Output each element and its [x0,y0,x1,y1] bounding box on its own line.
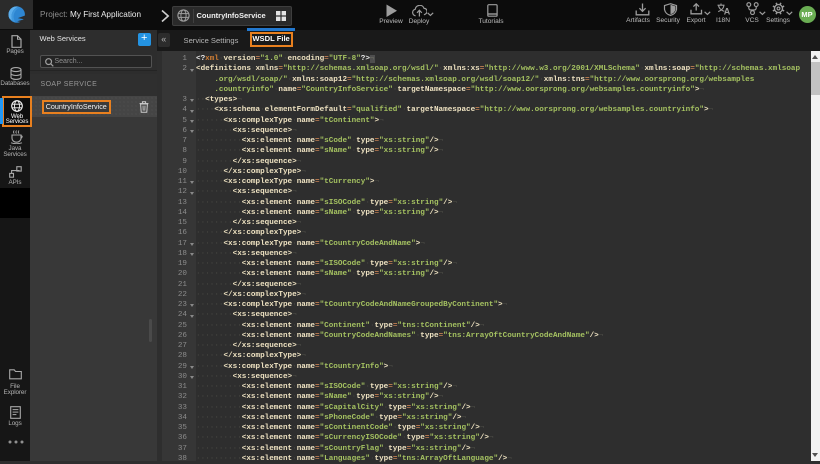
svg-text:A: A [723,6,729,15]
